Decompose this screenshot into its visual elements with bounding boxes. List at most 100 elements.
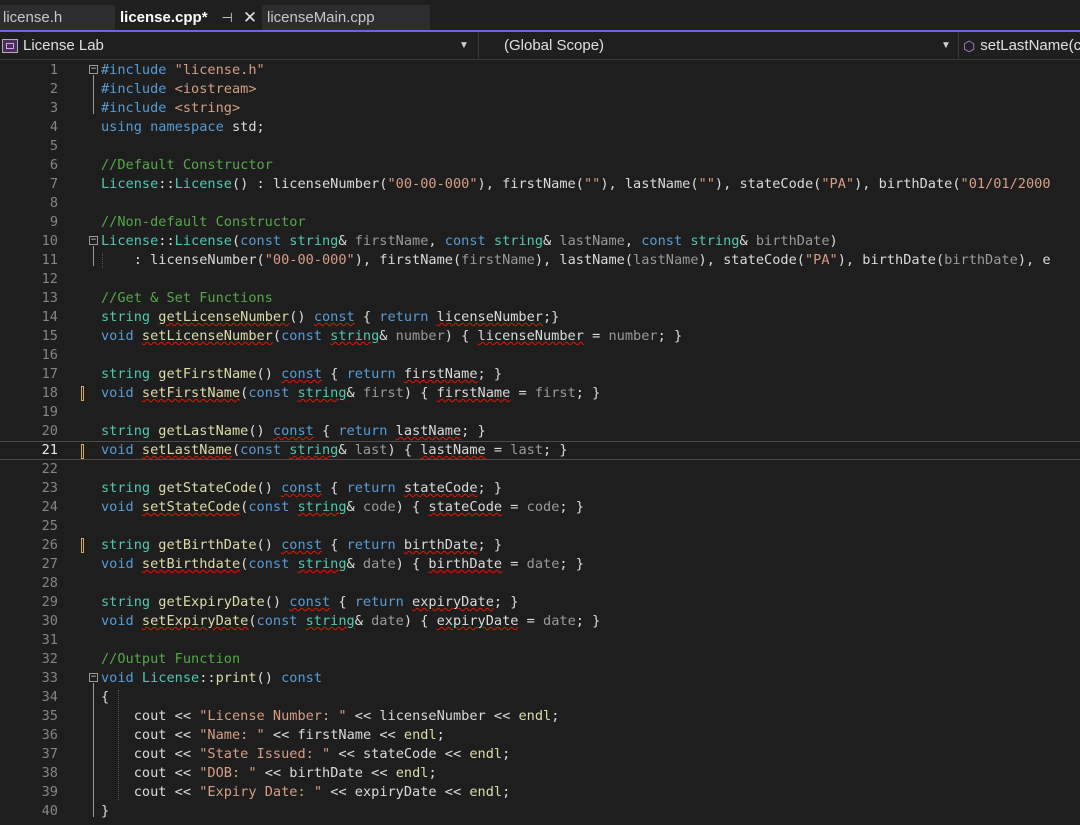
- code-line[interactable]: 35 cout << "License Number: " << license…: [0, 707, 1080, 726]
- code-token: getLastName: [158, 423, 249, 439]
- code-line[interactable]: 13 //Get & Set Functions: [0, 289, 1080, 308]
- code-line[interactable]: 26 string getBirthDate() const { return b…: [0, 536, 1080, 555]
- code-token: ) {: [395, 556, 429, 572]
- code-token: ; }: [575, 385, 601, 401]
- tab-label: license.cpp*: [120, 9, 208, 26]
- tab-license-h[interactable]: license.h: [0, 5, 115, 30]
- code-line[interactable]: 22: [0, 460, 1080, 479]
- code-token: () :: [231, 176, 273, 192]
- tab-license-cpp[interactable]: license.cpp* ⊣ ✕: [115, 5, 262, 30]
- code-line[interactable]: 14 string getLicenseNumber() const { retu…: [0, 308, 1080, 327]
- code-line[interactable]: 27 void setBirthdate(const string& date) …: [0, 555, 1080, 574]
- code-token: string: [690, 233, 740, 249]
- member-label: setLastName(c: [980, 37, 1080, 54]
- pin-tab-icon[interactable]: ⊣: [222, 10, 233, 26]
- code-line[interactable]: 37 cout << "State Issued: " << stateCode…: [0, 745, 1080, 764]
- line-number: 39: [41, 784, 58, 800]
- code-line[interactable]: 9 //Non-default Constructor: [0, 213, 1080, 232]
- code-text: //Get & Set Functions: [101, 289, 273, 308]
- code-token: (): [248, 423, 273, 439]
- code-line[interactable]: 15 void setLicenseNumber(const string& nu…: [0, 327, 1080, 346]
- code-token: const: [281, 480, 322, 496]
- code-line[interactable]: 32 //Output Function: [0, 650, 1080, 669]
- code-token: ;: [502, 784, 511, 800]
- code-token: const: [272, 423, 314, 439]
- code-token: void: [101, 328, 142, 344]
- code-line[interactable]: 36 cout << "Name: " << firstName << endl…: [0, 726, 1080, 745]
- code-text: string getLicenseNumber() const { return…: [101, 308, 559, 327]
- code-text: string getLastName() const { return last…: [101, 422, 486, 441]
- collapse-icon[interactable]: −: [89, 65, 98, 74]
- code-line[interactable]: 23 string getStateCode() const { return s…: [0, 479, 1080, 498]
- code-token: ),: [534, 252, 560, 268]
- code-token: <<: [485, 708, 519, 724]
- code-token: endl: [395, 765, 429, 781]
- scope-dropdown[interactable]: (Global Scope) ▼: [478, 32, 956, 59]
- code-token: <<: [346, 708, 380, 724]
- code-line[interactable]: 24 void setStateCode(const string& code) …: [0, 498, 1080, 517]
- code-line[interactable]: 19: [0, 403, 1080, 422]
- line-number: 26: [41, 537, 58, 553]
- code-line[interactable]: 38 cout << "DOB: " << birthDate << endl;: [0, 764, 1080, 783]
- code-line[interactable]: 6 //Default Constructor: [0, 156, 1080, 175]
- code-token: (: [272, 328, 282, 344]
- code-text: void setBirthdate(const string& date) { …: [101, 555, 584, 574]
- code-line[interactable]: 30 void setExpiryDate(const string& date)…: [0, 612, 1080, 631]
- close-tab-icon[interactable]: ✕: [243, 8, 257, 28]
- indent-guide: [102, 253, 103, 268]
- code-line[interactable]: 29 string getExpiryDate() const { return …: [0, 593, 1080, 612]
- member-dropdown[interactable]: ⬡ setLastName(c: [958, 32, 1080, 59]
- code-line[interactable]: 8: [0, 194, 1080, 213]
- code-line[interactable]: 39 cout << "Expiry Date: " << expiryDate…: [0, 783, 1080, 802]
- code-line[interactable]: 25: [0, 517, 1080, 536]
- code-editor[interactable]: 1− #include "license.h" 2 #include <iostrea…: [0, 60, 1080, 825]
- code-line[interactable]: 28: [0, 574, 1080, 593]
- code-text: License::License() : licenseNumber("00-0…: [101, 175, 1051, 194]
- code-line[interactable]: 17 string getFirstName() const { return f…: [0, 365, 1080, 384]
- code-text: void License::print() const: [101, 669, 322, 688]
- code-token: ; }: [477, 537, 503, 553]
- code-line[interactable]: 7 License::License() : licenseNumber("00-…: [0, 175, 1080, 194]
- code-line[interactable]: 2 #include <iostream>: [0, 80, 1080, 99]
- code-line[interactable]: 33 − void License::print() const: [0, 669, 1080, 688]
- code-token: string: [101, 366, 159, 382]
- code-text: using namespace std;: [101, 118, 265, 137]
- code-line[interactable]: 20 string getLastName() const { return la…: [0, 422, 1080, 441]
- code-token: (): [264, 594, 290, 610]
- code-line[interactable]: 12: [0, 270, 1080, 289]
- code-token: <<: [166, 727, 200, 743]
- code-token: const: [248, 385, 298, 401]
- code-line[interactable]: 1 − #include "license.h": [0, 61, 1080, 80]
- code-line[interactable]: 31: [0, 631, 1080, 650]
- change-marker: [81, 386, 84, 401]
- code-token: :: [101, 252, 151, 268]
- code-line[interactable]: 10− License::License(const string& firstN…: [0, 232, 1080, 251]
- code-token: ; }: [559, 556, 584, 572]
- line-number: 9: [49, 214, 58, 230]
- code-line[interactable]: 18 void setFirstName(const string& first)…: [0, 384, 1080, 403]
- collapse-icon[interactable]: −: [89, 673, 98, 682]
- code-line[interactable]: 11 : licenseNumber("00-00-000"), firstNa…: [0, 251, 1080, 270]
- code-token: const: [248, 556, 298, 572]
- code-line[interactable]: 21 void setLastName(const string& last) {…: [0, 441, 1080, 460]
- code-line[interactable]: 4 using namespace std;: [0, 118, 1080, 137]
- code-line[interactable]: 3 #include <string>: [0, 99, 1080, 118]
- code-line[interactable]: 40}: [0, 802, 1080, 821]
- project-dropdown[interactable]: License Lab ▼: [0, 32, 475, 59]
- collapse-icon[interactable]: −: [89, 236, 98, 245]
- code-token: stateCode: [739, 176, 814, 192]
- code-token: &: [379, 328, 396, 344]
- line-number: 31: [41, 632, 58, 648]
- tab-licensemain-cpp[interactable]: licenseMain.cpp: [262, 5, 430, 30]
- code-line[interactable]: 5: [0, 137, 1080, 156]
- line-number: 27: [41, 556, 58, 572]
- code-token: ; }: [657, 328, 683, 344]
- code-token: &: [346, 499, 363, 515]
- line-number: 20: [41, 423, 58, 439]
- project-label: License Lab: [23, 37, 104, 54]
- line-number: 23: [41, 480, 58, 496]
- code-token: ),: [600, 176, 625, 192]
- code-token: date: [362, 556, 396, 572]
- code-line[interactable]: 16: [0, 346, 1080, 365]
- code-line[interactable]: 34 {: [0, 688, 1080, 707]
